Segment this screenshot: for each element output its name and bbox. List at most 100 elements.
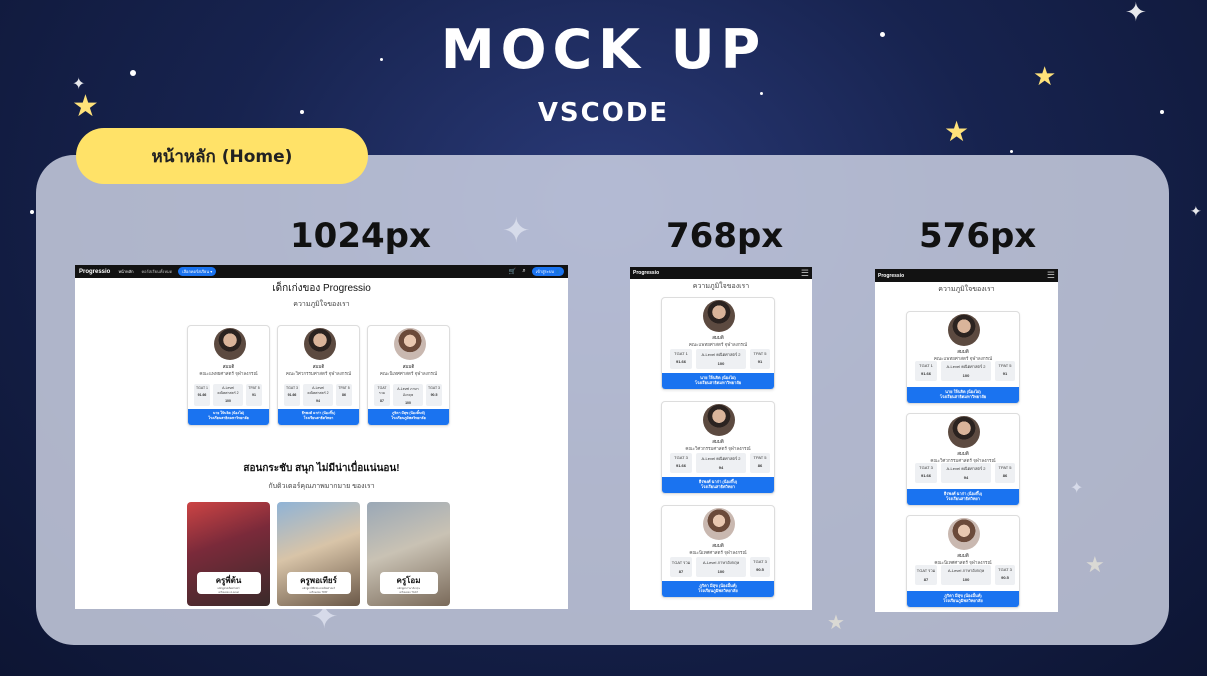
cart-icon[interactable]: 🛒: [509, 268, 516, 275]
score-value: 91.66: [675, 463, 686, 468]
score-label: A-Level คณิตศาสตร์ 2: [701, 456, 741, 461]
breakpoint-label-1024: 1024px: [290, 216, 431, 256]
score-label: TGAT 1: [196, 386, 208, 390]
student-name: สมมติ: [312, 364, 325, 369]
brand-logo[interactable]: Progressio: [633, 270, 659, 276]
tutor-card-1: ครูพี่ต้น หลักสูตรคณิตศาสตร์ เตรียมสอบ A…: [196, 572, 261, 594]
score-label: TGAT 1: [674, 351, 688, 356]
nav-home[interactable]: หน้าหลัก: [118, 268, 133, 275]
score-box: A-Level คณิตศาสตร์ 2 100: [696, 349, 746, 369]
preview-1024: Progressio หน้าหลัก คอร์สเรียนทั้งหมด เล…: [75, 265, 568, 609]
tutor-name: ครูพอเทียร์: [300, 576, 337, 585]
student-info-button[interactable]: ภูริตา มีสุข (น้องมิ้นท์) โรงเรียนภูมิพล…: [662, 581, 774, 597]
score-value: 100: [962, 577, 970, 582]
student-info-button[interactable]: ภูริตา มีสุข (น้องมิ้นท์) โรงเรียนภูมิพล…: [368, 409, 449, 425]
student-faculty: คณะวิศวกรรมศาสตร์ จุฬาลงกรณ์: [285, 371, 352, 376]
score-label: A-Level คณิตศาสตร์ 2: [217, 386, 239, 395]
score-label: TGAT 3: [286, 386, 298, 390]
score-box: TPAT 5 91: [995, 361, 1015, 381]
score-box: TGAT รวม 87: [670, 557, 692, 577]
student-card: สมมติ คณะวิศวกรรมศาสตร์ จุฬาลงกรณ์ TGAT 39…: [661, 401, 775, 494]
student-card: สมมติ คณะแพทยศาสตร์ จุฬาลงกรณ์ TGAT 1 91.66…: [906, 311, 1020, 404]
score-box: TGAT 1 91.66: [194, 384, 210, 406]
score-label: TGAT รวม: [377, 386, 387, 395]
student-info-button[interactable]: ธีรพงศ์ ฉาก่า (น้องกิ๊บ) โรงเรียนสาธิตวิ…: [907, 489, 1019, 505]
nav-select-dropdown[interactable]: เลือกคอร์สเรียน ▾: [178, 267, 217, 276]
score-value: 87: [380, 399, 384, 403]
student-info-button[interactable]: ธีรพงศ์ ฉาก่า (น้องกิ๊บ) โรงเรียนสาธิตวิ…: [662, 477, 774, 493]
hero-subtitle: ความภูมิใจของเรา: [692, 283, 750, 290]
score-box: A-Level ภาษาอังกฤษ 100: [696, 557, 746, 577]
score-value: 100: [717, 361, 725, 366]
breakpoint-label-576: 576px: [919, 216, 1037, 256]
search-icon[interactable]: ⌕: [522, 268, 525, 275]
student-card: สมมติคณะนิเทศศาสตร์ จุฬาลงกรณ์ TGAT รวม 87…: [367, 325, 450, 426]
tutor-card-3: ครูโอม หลักสูตรภาษาอังกฤษ เตรียมสอบ TGAT: [379, 572, 438, 594]
tutor-desc: หลักสูตรฟิสิกส์และคณิตศาสตร์ เตรียมสอบ T…: [301, 587, 336, 594]
score-value: 87: [678, 569, 684, 574]
student-info-button[interactable]: ธีรพงศ์ ฉาก่า (น้องกิ๊บ) โรงเรียนสาธิตวิ…: [278, 409, 359, 425]
student-info-button[interactable]: นาย ใจ้นจิต (น้องไผ่) โรงเรียนสาธิตมหาวิ…: [188, 409, 269, 425]
student-card: สมมติ คณะแพทยศาสตร์ จุฬาลงกรณ์ TGAT 1 91.66…: [661, 297, 775, 390]
student-faculty: คณะนิเทศศาสตร์ จุฬาลงกรณ์: [379, 371, 438, 376]
score-label: TGAT 3: [998, 567, 1012, 572]
score-value: 90.5: [430, 393, 438, 397]
score-box: A-Level คณิตศาสตร์ 2 94: [303, 384, 333, 406]
score-box: TGAT 3 90.5: [426, 384, 442, 406]
menu-icon[interactable]: ☰: [801, 268, 809, 279]
student-card: สมมติ คณะนิเทศศาสตร์ จุฬาลงกรณ์ TGAT รวม 87…: [906, 515, 1020, 608]
student-avatar: [948, 416, 980, 448]
brand-logo[interactable]: Progressio: [878, 273, 904, 279]
student-name: สมมติ: [402, 364, 415, 369]
student-faculty: คณะนิเทศศาสตร์ จุฬาลงกรณ์: [689, 549, 747, 555]
sparkle-icon: ✦: [1190, 204, 1202, 220]
student-name: สมมติ: [222, 364, 235, 369]
score-box: TPAT 5 86: [336, 384, 352, 406]
score-label: TGAT 3: [674, 455, 688, 460]
score-label: A-Level ภาษาอังกฤษ: [947, 568, 985, 573]
score-label: TGAT 3: [753, 559, 767, 564]
tutor-subtitle: กับติวเตอร์คุณภาพมากมาย ของเรา: [268, 483, 375, 490]
student-info-button[interactable]: ภูริตา มีสุข (น้องมิ้นท์) โรงเรียนภูมิพล…: [907, 591, 1019, 607]
navbar: Progressio ☰: [630, 267, 812, 279]
score-value: 91: [1002, 371, 1008, 376]
student-card: สมมติ คณะนิเทศศาสตร์ จุฬาลงกรณ์ TGAT รวม 87…: [661, 505, 775, 598]
score-label: A-Level คณิตศาสตร์ 2: [701, 352, 741, 357]
score-box: A-Level คณิตศาสตร์ 2 100: [941, 361, 991, 381]
tutor-photo[interactable]: ครูพี่ต้น หลักสูตรคณิตศาสตร์ เตรียมสอบ A…: [187, 502, 270, 606]
score-box: A-Level คณิตศาสตร์ 2 100: [213, 384, 243, 406]
student-info-button[interactable]: นาย ใจ้นจิต (น้องไผ่) โรงเรียนสาธิตมหาวิ…: [662, 373, 774, 389]
student-avatar: [393, 328, 426, 360]
score-label: TPAT 5: [248, 386, 260, 390]
brand-logo[interactable]: Progressio: [79, 269, 110, 275]
student-card: สมมติคณะวิศวกรรมศาสตร์ จุฬาลงกรณ์ TGAT 3 9…: [277, 325, 360, 426]
score-label: TPAT 5: [753, 455, 767, 460]
score-value: 86: [342, 393, 346, 397]
score-label: TPAT 5: [753, 351, 767, 356]
score-box: A-Level ภาษาอังกฤษ 100: [393, 384, 423, 406]
tutor-desc: หลักสูตรภาษาอังกฤษ เตรียมสอบ TGAT: [397, 587, 420, 594]
score-box: TPAT 5 91: [246, 384, 262, 406]
score-value: 91.66: [287, 393, 297, 397]
score-box: TGAT 1 91.66: [670, 349, 692, 369]
student-info-button[interactable]: นาย ใจ้นจิต (น้องไผ่) โรงเรียนสาธิตมหาวิ…: [907, 387, 1019, 403]
student-avatar: [703, 508, 735, 540]
menu-icon[interactable]: ☰: [1047, 270, 1055, 281]
tutor-photo[interactable]: ครูพอเทียร์ หลักสูตรฟิสิกส์และคณิตศาสตร์…: [277, 502, 360, 606]
score-box: TGAT 3 90.5: [750, 557, 770, 577]
score-value: 91.66: [197, 393, 207, 397]
score-box: TGAT 3 90.5: [995, 565, 1015, 585]
student-avatar: [703, 404, 735, 436]
score-value: 86: [757, 463, 763, 468]
login-button[interactable]: เข้าสู่ระบบ 👤: [531, 267, 564, 276]
tutor-name: ครูโอม: [396, 576, 421, 585]
score-value: 94: [963, 475, 969, 480]
score-box: TGAT 3 91.66: [670, 453, 692, 473]
score-value: 100: [717, 569, 725, 574]
score-value: 91: [252, 393, 256, 397]
score-box: A-Level คณิตศาสตร์ 2 94: [696, 453, 746, 473]
student-faculty: คณะวิศวกรรมศาสตร์ จุฬาลงกรณ์: [685, 445, 751, 451]
score-value: 94: [316, 399, 320, 403]
tutor-photo[interactable]: ครูโอม หลักสูตรภาษาอังกฤษ เตรียมสอบ TGAT: [367, 502, 450, 606]
nav-courses[interactable]: คอร์สเรียนทั้งหมด: [142, 268, 173, 275]
